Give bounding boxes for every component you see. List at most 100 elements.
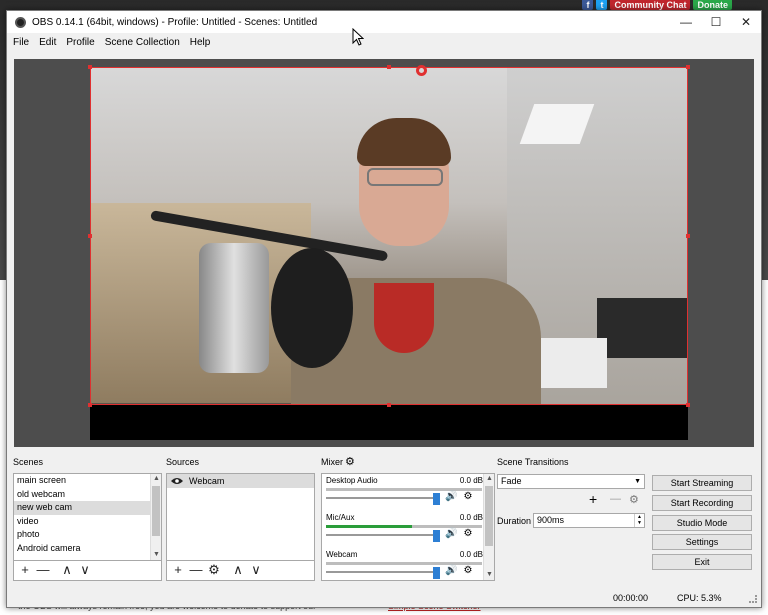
- remove-source-button[interactable]: —: [189, 563, 203, 577]
- resize-handle-right[interactable]: [686, 234, 690, 238]
- mixer-label: Mixer: [321, 457, 343, 467]
- source-item-label: Webcam: [189, 476, 225, 486]
- sources-list[interactable]: Webcam: [166, 473, 315, 561]
- resize-handle-top[interactable]: [387, 65, 391, 69]
- scene-item-selected[interactable]: new web cam: [14, 501, 161, 515]
- window-title: OBS 0.14.1 (64bit, windows) - Profile: U…: [32, 16, 318, 28]
- volume-slider[interactable]: [326, 571, 436, 573]
- output-canvas[interactable]: [88, 65, 690, 440]
- title-bar[interactable]: OBS 0.14.1 (64bit, windows) - Profile: U…: [7, 11, 761, 33]
- webcam-microphone: [199, 243, 269, 373]
- track-gear-icon[interactable]: ⚙: [463, 491, 472, 502]
- mixer-track-mic-aux: Mic/Aux 0.0 dB 🔊 ⚙: [325, 513, 485, 549]
- obs-window: OBS 0.14.1 (64bit, windows) - Profile: U…: [6, 10, 762, 608]
- remove-transition-button[interactable]: —: [610, 493, 621, 505]
- scenes-toolbar: + — ∧ ∨: [18, 562, 92, 578]
- webcam-source-preview[interactable]: [90, 67, 688, 405]
- resize-handle-bottom-right[interactable]: [686, 403, 690, 407]
- resize-grip-icon[interactable]: [749, 595, 757, 603]
- track-gear-icon[interactable]: ⚙: [463, 528, 472, 539]
- studio-mode-button[interactable]: Studio Mode: [652, 515, 752, 531]
- facebook-badge[interactable]: f: [582, 0, 594, 10]
- resize-handle-top-left[interactable]: [88, 65, 92, 69]
- track-gear-icon[interactable]: ⚙: [463, 565, 472, 576]
- menu-edit[interactable]: Edit: [39, 37, 56, 48]
- volume-slider[interactable]: [326, 534, 436, 536]
- mixer-track-db: 0.0 dB: [459, 550, 483, 559]
- volume-slider-knob[interactable]: [433, 493, 440, 505]
- eye-visibility-icon[interactable]: [171, 477, 183, 485]
- source-item-webcam[interactable]: Webcam: [167, 474, 314, 488]
- scenes-scrollbar[interactable]: ▲ ▼: [150, 474, 161, 560]
- scenes-list[interactable]: main screen old webcam new web cam video…: [13, 473, 162, 561]
- close-button[interactable]: ✕: [731, 11, 761, 33]
- resize-handle-left[interactable]: [88, 234, 92, 238]
- minimize-button[interactable]: —: [671, 11, 701, 33]
- settings-button[interactable]: Settings: [652, 534, 752, 550]
- scroll-up-icon[interactable]: ▲: [151, 474, 162, 484]
- resize-handle-bottom-left[interactable]: [88, 403, 92, 407]
- scenes-scroll-thumb[interactable]: [152, 486, 160, 536]
- speaker-icon[interactable]: 🔊: [445, 565, 457, 576]
- webcam-glasses: [367, 168, 443, 186]
- source-properties-gear-icon[interactable]: ⚙: [207, 563, 221, 577]
- rotation-handle-icon[interactable]: [416, 65, 427, 76]
- twitter-badge[interactable]: t: [596, 0, 608, 10]
- menu-file[interactable]: File: [13, 37, 29, 48]
- resize-handle-bottom[interactable]: [387, 403, 391, 407]
- scene-item[interactable]: Android camera: [14, 542, 161, 556]
- transition-gear-icon[interactable]: ⚙: [629, 493, 639, 506]
- scene-item[interactable]: main screen: [14, 474, 161, 488]
- obs-logo-icon: [15, 16, 26, 28]
- donate-badge[interactable]: Donate: [693, 0, 732, 10]
- volume-meter-fill: [326, 525, 412, 528]
- preview-area[interactable]: [14, 59, 754, 447]
- start-streaming-button[interactable]: Start Streaming: [652, 475, 752, 491]
- add-source-button[interactable]: +: [171, 563, 185, 577]
- maximize-button[interactable]: ☐: [701, 11, 731, 33]
- move-source-down-button[interactable]: ∨: [249, 563, 263, 577]
- move-scene-up-button[interactable]: ∧: [60, 563, 74, 577]
- community-chat-badge[interactable]: Community Chat: [610, 0, 691, 10]
- audio-mixer: Desktop Audio 0.0 dB 🔊 ⚙ Mic/Aux 0.0 dB …: [321, 473, 495, 581]
- duration-value: 900ms: [537, 515, 565, 525]
- mixer-track-name: Webcam: [326, 550, 358, 559]
- mixer-track-desktop-audio: Desktop Audio 0.0 dB 🔊 ⚙: [325, 476, 485, 512]
- speaker-icon[interactable]: 🔊: [445, 528, 457, 539]
- scene-transitions-label: Scene Transitions: [497, 457, 569, 467]
- scene-item[interactable]: old webcam: [14, 488, 161, 502]
- mixer-gear-icon[interactable]: ⚙: [345, 455, 355, 468]
- menu-profile[interactable]: Profile: [66, 37, 94, 48]
- volume-slider-knob[interactable]: [433, 567, 440, 579]
- volume-slider-knob[interactable]: [433, 530, 440, 542]
- window-controls: — ☐ ✕: [671, 11, 761, 33]
- spin-arrows-icon[interactable]: ▲ ▼: [634, 514, 644, 527]
- start-recording-button[interactable]: Start Recording: [652, 495, 752, 511]
- transition-select[interactable]: Fade ▼: [497, 474, 645, 489]
- scroll-down-icon[interactable]: ▼: [151, 550, 162, 560]
- move-source-up-button[interactable]: ∧: [231, 563, 245, 577]
- status-bar: 00:00:00 CPU: 5.3%: [7, 589, 761, 607]
- resize-handle-top-right[interactable]: [686, 65, 690, 69]
- add-scene-button[interactable]: +: [18, 563, 32, 577]
- scroll-up-icon[interactable]: ▲: [484, 474, 494, 484]
- duration-spinbox[interactable]: 900ms ▲ ▼: [533, 513, 645, 528]
- scene-item[interactable]: video: [14, 515, 161, 529]
- webcam-pop-filter: [271, 248, 353, 368]
- scene-item[interactable]: photo: [14, 528, 161, 542]
- mixer-track-db: 0.0 dB: [459, 513, 483, 522]
- webcam-person-hair: [357, 118, 451, 166]
- exit-button[interactable]: Exit: [652, 554, 752, 570]
- menu-scene-collection[interactable]: Scene Collection: [105, 37, 180, 48]
- scroll-down-icon[interactable]: ▼: [484, 570, 494, 580]
- mixer-scrollbar[interactable]: ▲ ▼: [483, 474, 494, 580]
- menu-help[interactable]: Help: [190, 37, 211, 48]
- move-scene-down-button[interactable]: ∨: [78, 563, 92, 577]
- volume-slider[interactable]: [326, 497, 436, 499]
- remove-scene-button[interactable]: —: [36, 563, 50, 577]
- speaker-icon[interactable]: 🔊: [445, 491, 457, 502]
- mixer-track-icons: 🔊 ⚙: [445, 565, 472, 576]
- sources-toolbar-panel: + — ⚙ ∧ ∨: [166, 561, 315, 581]
- mixer-scroll-thumb[interactable]: [485, 486, 493, 546]
- add-transition-button[interactable]: +: [589, 491, 597, 507]
